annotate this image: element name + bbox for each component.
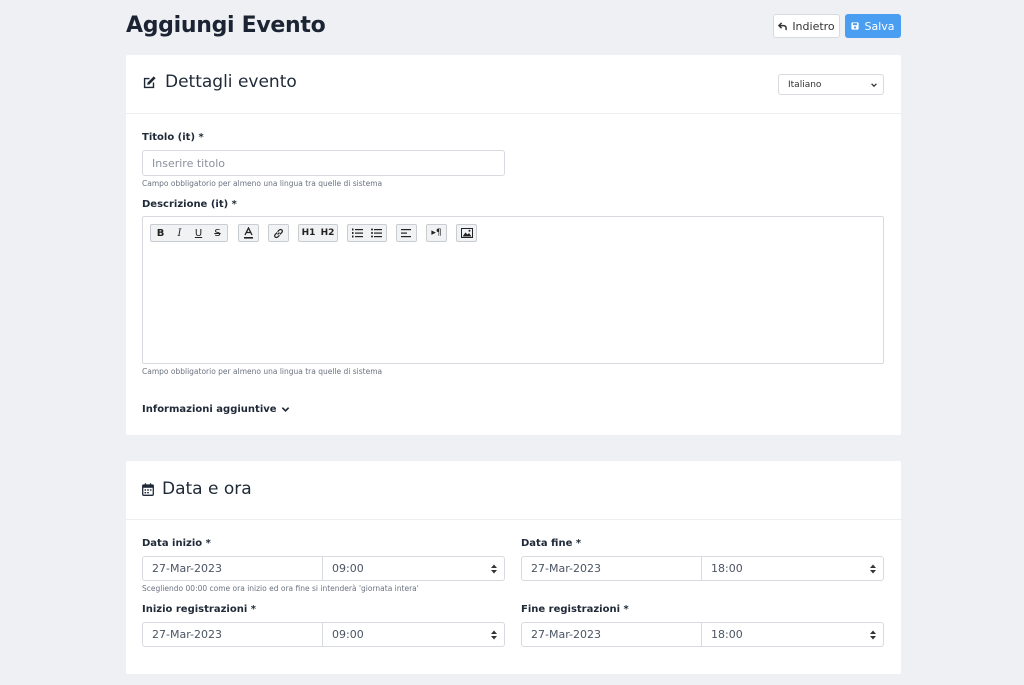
sort-arrows-icon [870,630,876,640]
font-color-button[interactable] [239,225,258,241]
registration-start-label: Inizio registrazioni * [142,604,256,615]
page-title: Aggiungi Evento [126,13,326,38]
end-time-select[interactable]: 18:00 [702,556,884,581]
back-button[interactable]: Indietro [773,14,840,38]
start-time-select[interactable]: 09:00 [323,556,505,581]
language-select[interactable]: Italiano [778,74,884,95]
datetime-header: Data e ora [126,461,901,520]
image-icon [460,228,473,238]
link-button[interactable] [269,225,288,241]
toolbar-paragraph-group: ▸¶ [426,224,447,242]
toolbar-align-group [396,224,417,242]
description-editor[interactable]: B I U S H1 H2 ▸¶ [142,216,884,364]
toolbar-image-group [456,224,477,242]
sort-arrows-icon [491,630,497,640]
start-date-label: Data inizio * [142,538,211,549]
registration-start-time-value: 09:00 [332,628,364,641]
strikethrough-button[interactable]: S [208,225,227,241]
toolbar-link-group [268,224,289,242]
back-button-label: Indietro [792,19,835,33]
toolbar-heading-group: H1 H2 [298,224,338,242]
paragraph-icon: ▸¶ [431,228,442,238]
datetime-title-text: Data e ora [162,479,252,499]
heading1-button[interactable]: H1 [299,225,318,241]
end-date-label: Data fine * [521,538,582,549]
additional-info-toggle[interactable]: Informazioni aggiuntive [142,404,290,415]
event-details-header: Dettagli evento Italiano [126,55,901,114]
registration-start-date-input[interactable]: 27-Mar-2023 [142,622,323,647]
bullet-list-button[interactable] [367,225,386,241]
start-date-help: Scegliendo 00:00 come ora inizio ed ora … [142,584,419,593]
sort-arrows-icon [870,564,876,574]
save-button[interactable]: Salva [845,14,901,38]
ordered-list-icon [352,228,363,238]
start-datetime-field: 27-Mar-2023 09:00 [142,556,505,581]
chevron-down-icon [871,83,877,88]
title-help-text: Campo obbligatorio per almeno una lingua… [142,179,383,188]
datetime-title: Data e ora [142,479,252,499]
registration-end-label: Fine registrazioni * [521,604,629,615]
registration-end-time-select[interactable]: 18:00 [702,622,884,647]
page-header: Aggiungi Evento Indietro Salva [126,12,901,40]
end-datetime-field: 27-Mar-2023 18:00 [521,556,884,581]
align-button[interactable] [397,225,416,241]
bold-button[interactable]: B [151,225,170,241]
start-date-input[interactable]: 27-Mar-2023 [142,556,323,581]
language-select-value: Italiano [788,79,822,90]
registration-end-date-input[interactable]: 27-Mar-2023 [521,622,702,647]
registration-end-time-value: 18:00 [711,628,743,641]
save-button-label: Salva [864,19,895,33]
end-date-input[interactable]: 27-Mar-2023 [521,556,702,581]
link-icon [274,228,283,238]
description-label: Descrizione (it) * [142,199,237,210]
italic-button[interactable]: I [170,225,189,241]
chevron-down-icon [281,407,289,412]
start-time-value: 09:00 [332,562,364,575]
heading2-button[interactable]: H2 [318,225,337,241]
undo-icon [778,21,788,30]
additional-info-label: Informazioni aggiuntive [142,404,277,415]
bullet-list-icon [371,228,382,238]
toolbar-list-group [347,224,387,242]
event-details-title: Dettagli evento [142,72,297,92]
registration-end-field: 27-Mar-2023 18:00 [521,622,884,647]
title-input[interactable]: Inserire titolo [142,150,505,176]
underline-button[interactable]: U [189,225,208,241]
title-label: Titolo (it) * [142,132,204,143]
description-help-text: Campo obbligatorio per almeno una lingua… [142,367,383,376]
align-left-icon [401,229,411,238]
image-button[interactable] [457,225,476,241]
calendar-icon [142,482,154,496]
edit-icon [143,75,156,88]
toolbar-color-group [238,224,259,242]
paragraph-button[interactable]: ▸¶ [427,225,446,241]
event-details-title-text: Dettagli evento [165,72,297,92]
save-icon [851,22,860,30]
toolbar-format-group: B I U S [150,224,228,242]
end-time-value: 18:00 [711,562,743,575]
event-details-card: Dettagli evento Italiano Titolo (it) * I… [126,55,901,435]
registration-start-field: 27-Mar-2023 09:00 [142,622,505,647]
ordered-list-button[interactable] [348,225,367,241]
title-input-placeholder: Inserire titolo [152,156,226,170]
datetime-card: Data e ora Data inizio * 27-Mar-2023 09:… [126,461,901,674]
font-color-icon [244,227,253,239]
sort-arrows-icon [491,564,497,574]
registration-start-time-select[interactable]: 09:00 [323,622,505,647]
